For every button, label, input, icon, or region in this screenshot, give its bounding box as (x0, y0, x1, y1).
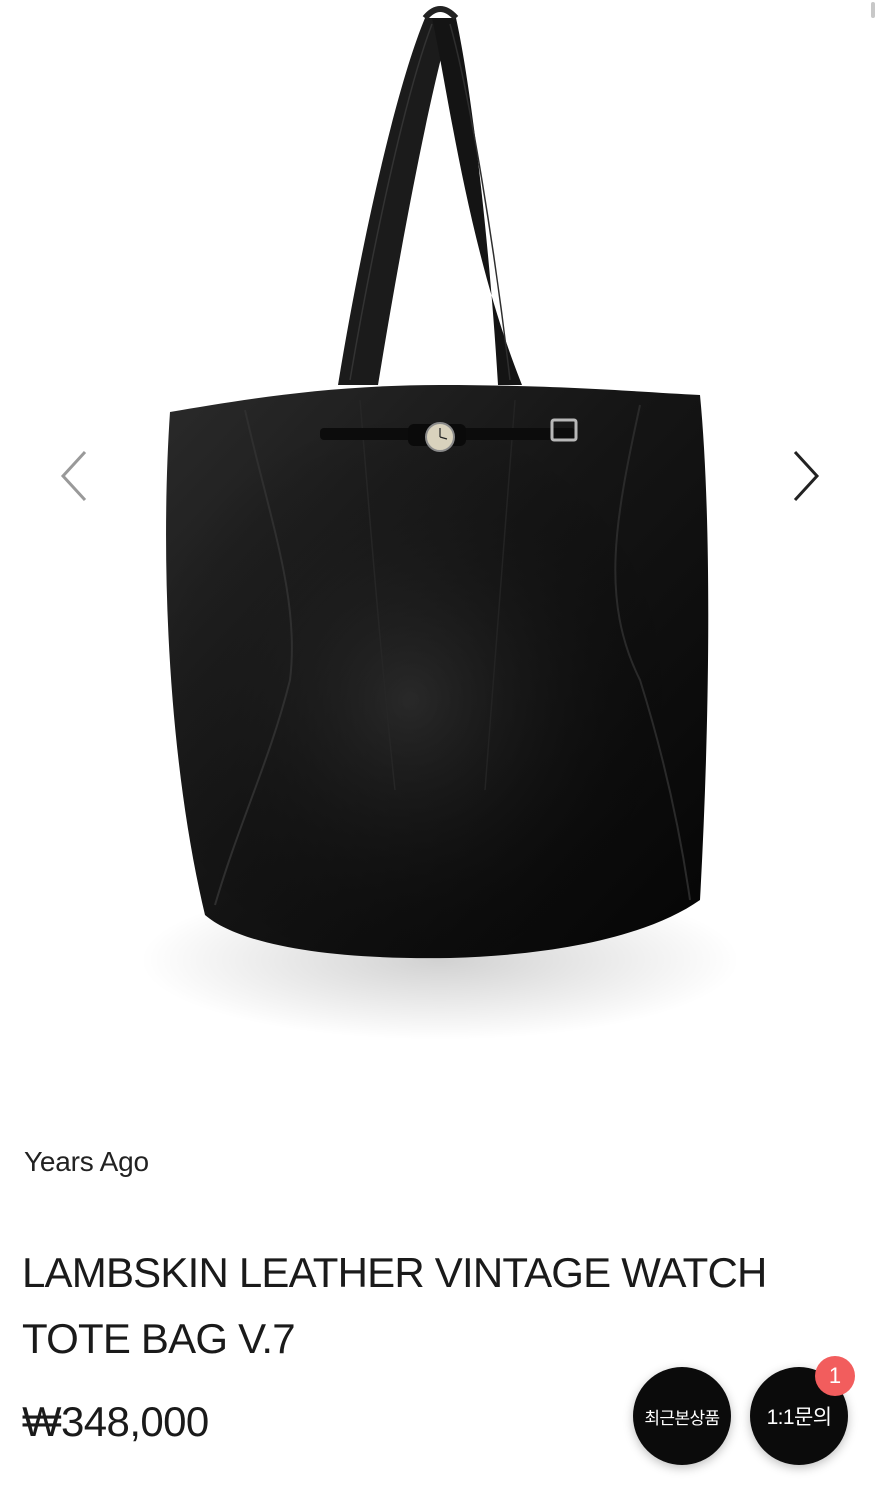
recently-viewed-button[interactable]: 최근본상품 (633, 1367, 731, 1465)
next-image-button[interactable] (776, 440, 836, 512)
recently-viewed-label: 최근본상품 (644, 1408, 720, 1428)
brand-name[interactable]: Years Ago (24, 1146, 149, 1178)
product-photo (140, 6, 740, 1040)
product-title: LAMBSKIN LEATHER VINTAGE WATCH TOTE BAG … (22, 1249, 767, 1362)
product-price: ₩348,000 (22, 1398, 209, 1445)
chevron-left-icon (60, 450, 87, 502)
product-image-gallery (0, 0, 879, 1090)
notification-badge: 1 (815, 1356, 855, 1396)
chevron-right-icon (793, 450, 820, 502)
inquiry-label: 1:1문의 (766, 1406, 832, 1429)
prev-image-button[interactable] (44, 440, 104, 512)
